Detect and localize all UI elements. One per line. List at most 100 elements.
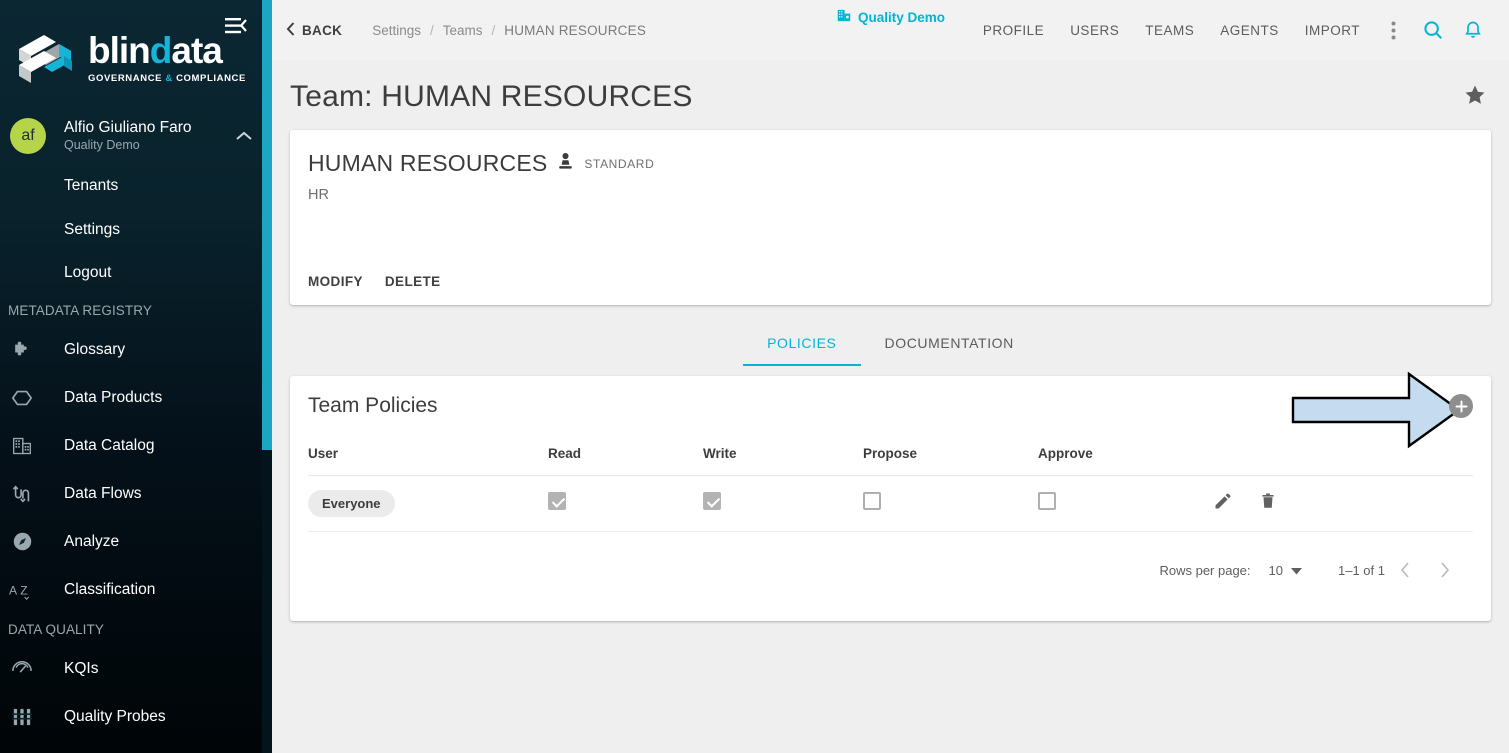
hexagon-icon: [0, 387, 44, 409]
star-filled-icon[interactable]: [1463, 83, 1487, 112]
next-page-button[interactable]: [1425, 550, 1465, 590]
svg-text:Z: Z: [20, 583, 28, 597]
top-navigation: PROFILE USERS TEAMS AGENTS IMPORT: [970, 10, 1493, 50]
breadcrumb-item-teams[interactable]: Teams: [443, 23, 483, 38]
topbar: BACK Settings / Teams / HUMAN RESOURCES: [272, 0, 1509, 60]
puzzle-piece-icon: [0, 340, 44, 360]
column-header-write: Write: [703, 446, 863, 476]
sidebar-item-data-flows[interactable]: Data Flows: [0, 470, 272, 518]
blindata-cube-logo-icon: [14, 27, 84, 89]
sidebar-item-quality-probes[interactable]: Quality Probes: [0, 693, 272, 741]
back-button[interactable]: BACK: [286, 21, 343, 39]
policies-table: User Read Write Propose Approve Everyone: [308, 446, 1473, 532]
sidebar-item-data-catalog[interactable]: Data Catalog: [0, 422, 272, 470]
topnav-item-users[interactable]: USERS: [1057, 23, 1132, 38]
cell-read: [548, 475, 703, 532]
entity-kind: STANDARD: [584, 156, 655, 171]
cell-user: Everyone: [308, 475, 548, 532]
sidebar-item-settings[interactable]: Settings: [0, 208, 272, 252]
paginator: Rows per page: 10 1–1 of 1: [308, 532, 1473, 594]
sidebar-section-data-quality: DATA QUALITY: [8, 621, 104, 637]
topnav-item-import[interactable]: IMPORT: [1292, 23, 1373, 38]
chevron-up-icon[interactable]: [236, 129, 258, 144]
checkbox-read[interactable]: [548, 492, 566, 510]
user-chip: Everyone: [308, 490, 395, 517]
search-icon[interactable]: [1413, 10, 1453, 50]
menu-collapse-icon[interactable]: [222, 12, 250, 40]
tab-documentation[interactable]: DOCUMENTATION: [861, 321, 1038, 366]
checkbox-approve[interactable]: [1038, 492, 1056, 510]
sidebar-user-tenant: Quality Demo: [64, 138, 140, 153]
page-title: Team: HUMAN RESOURCES: [290, 80, 693, 113]
column-header-read: Read: [548, 446, 703, 476]
sidebar-item-label: Quality Probes: [64, 707, 166, 725]
delete-button[interactable]: DELETE: [385, 274, 441, 289]
caret-down-icon: [1291, 563, 1302, 578]
sidebar-item-kqis[interactable]: KQIs: [0, 645, 272, 693]
logo-word-part-2: d: [149, 30, 173, 71]
sidebar-scrollbar-thumb[interactable]: [262, 0, 272, 450]
back-label: BACK: [302, 22, 343, 38]
chevron-left-icon: [286, 21, 295, 39]
sidebar: blindata GOVERNANCE & COMPLIANCE af Alfi…: [0, 0, 272, 753]
sidebar-item-logout[interactable]: Logout: [0, 251, 272, 295]
previous-page-button[interactable]: [1385, 550, 1425, 590]
tab-bar: POLICIES DOCUMENTATION: [272, 321, 1509, 366]
rows-per-page-select[interactable]: 10: [1269, 563, 1302, 578]
topnav-item-teams[interactable]: TEAMS: [1132, 23, 1207, 38]
cell-actions: [1213, 475, 1473, 532]
breadcrumb-item-current: HUMAN RESOURCES: [504, 22, 647, 38]
sidebar-scrollbar[interactable]: [262, 0, 272, 753]
rows-per-page-value: 10: [1268, 562, 1283, 578]
person-stamp-icon: [557, 152, 574, 176]
cell-approve: [1038, 475, 1213, 532]
sidebar-section-metadata-registry: METADATA REGISTRY: [8, 302, 152, 318]
sidebar-item-label: Analyze: [64, 532, 120, 550]
notifications-bell-icon[interactable]: [1453, 10, 1493, 50]
sidebar-item-tenants[interactable]: Tenants: [0, 164, 272, 208]
avatar: af: [10, 118, 46, 154]
trash-delete-icon[interactable]: [1259, 491, 1277, 516]
app-root: blindata GOVERNANCE & COMPLIANCE af Alfi…: [0, 0, 1509, 753]
logo-tagline-amp: &: [165, 73, 173, 84]
breadcrumb-item-settings[interactable]: Settings: [372, 23, 421, 38]
sidebar-item-glossary[interactable]: Glossary: [0, 326, 272, 374]
sidebar-user-menu[interactable]: af Alfio Giuliano Faro Quality Demo: [0, 108, 272, 164]
tenant-badge: Quality Demo: [836, 8, 945, 26]
column-header-actions: [1213, 446, 1473, 476]
breadcrumb: Settings / Teams / HUMAN RESOURCES: [372, 23, 646, 38]
logo-word-part-3: ata: [171, 30, 222, 71]
sidebar-item-classification[interactable]: A Z Classification: [0, 566, 272, 614]
page-header: Team: HUMAN RESOURCES: [272, 60, 1509, 122]
checkbox-propose[interactable]: [863, 492, 881, 510]
sidebar-item-label: Glossary: [64, 340, 126, 358]
sidebar-user-name: Alfio Giuliano Faro: [64, 118, 192, 136]
policies-card: Team Policies User Read Write Propose Ap…: [290, 376, 1491, 621]
more-vertical-icon[interactable]: [1373, 10, 1413, 50]
breadcrumb-separator: /: [429, 22, 434, 38]
entity-card: HUMAN RESOURCES STANDARD HR MODIFY DELET…: [290, 130, 1491, 305]
checkbox-write[interactable]: [703, 492, 721, 510]
topnav-item-profile[interactable]: PROFILE: [970, 23, 1057, 38]
pagination-range: 1–1 of 1: [1338, 562, 1385, 578]
sidebar-item-data-products[interactable]: Data Products: [0, 374, 272, 422]
pencil-edit-icon[interactable]: [1213, 491, 1233, 516]
cell-propose: [863, 475, 1038, 532]
sidebar-item-label: KQIs: [64, 659, 99, 677]
plus-circle-icon[interactable]: [1449, 394, 1473, 418]
column-header-propose: Propose: [863, 446, 1038, 476]
tenant-badge-label: Quality Demo: [857, 9, 946, 25]
sidebar-item-analyze[interactable]: Analyze: [0, 518, 272, 566]
rows-per-page-label: Rows per page:: [1159, 562, 1251, 578]
entity-actions: MODIFY DELETE: [308, 274, 441, 289]
entity-name: HUMAN RESOURCES: [308, 150, 548, 176]
building-icon: [0, 436, 44, 456]
compass-icon: [0, 531, 44, 552]
modify-button[interactable]: MODIFY: [308, 274, 363, 289]
table-header-row: User Read Write Propose Approve: [308, 446, 1473, 476]
a-z-icon: A Z: [0, 580, 44, 600]
tab-policies[interactable]: POLICIES: [743, 321, 861, 366]
logo-tagline-1: GOVERNANCE: [88, 73, 163, 84]
topnav-item-agents[interactable]: AGENTS: [1207, 23, 1292, 38]
logo-tagline-2: COMPLIANCE: [176, 73, 246, 84]
